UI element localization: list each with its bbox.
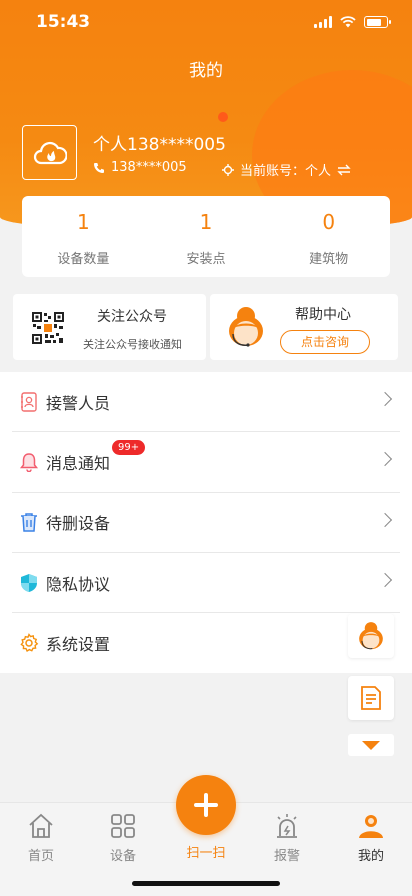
menu-item-pending-delete[interactable]: 待删设备	[12, 493, 400, 553]
signal-icon	[314, 16, 332, 28]
collapse-arrow-button[interactable]	[348, 734, 394, 756]
document-icon	[361, 686, 381, 710]
tab-mine[interactable]: 我的	[336, 811, 406, 864]
grid-icon	[111, 814, 135, 838]
contact-card-icon	[18, 391, 40, 413]
stat-value: 1	[199, 210, 213, 234]
customer-service-icon	[229, 307, 263, 347]
menu-item-label: 消息通知	[46, 453, 111, 473]
wechat-card-subtitle: 关注公众号接收通知	[83, 338, 182, 351]
avatar[interactable]	[22, 125, 77, 180]
tab-label: 设备	[109, 849, 136, 864]
battery-icon	[364, 16, 391, 28]
stats-card: 1 设备数量 1 安装点 0 建筑物	[22, 196, 390, 277]
menu-item-label: 系统设置	[46, 635, 111, 655]
qr-code-icon	[31, 311, 65, 345]
float-customer-service-button[interactable]	[348, 614, 394, 658]
phone-icon	[94, 162, 104, 173]
tab-label: 报警	[273, 849, 300, 864]
status-time: 15:43	[36, 12, 91, 32]
scan-label: 扫一扫	[186, 846, 226, 861]
menu-item-settings[interactable]: 系统设置	[12, 613, 400, 673]
menu-item-label: 隐私协议	[46, 574, 111, 594]
wifi-icon	[340, 16, 356, 28]
stat-install-points[interactable]: 1 安装点	[145, 196, 268, 277]
wechat-card-title: 关注公众号	[97, 309, 167, 325]
menu-item-label: 待删设备	[46, 514, 111, 534]
stat-buildings[interactable]: 0 建筑物	[267, 196, 390, 277]
target-icon	[222, 163, 234, 176]
page-title: 我的	[189, 61, 223, 81]
scan-button[interactable]	[176, 775, 236, 835]
account-label: 当前账号：个人	[240, 164, 332, 179]
user-phone: 138****005	[111, 160, 187, 175]
home-icon	[29, 813, 53, 838]
alarm-siren-icon	[277, 814, 297, 838]
gear-icon	[18, 632, 40, 654]
shield-icon	[18, 572, 40, 594]
help-card-title: 帮助中心	[295, 307, 351, 323]
chevron-right-icon	[377, 512, 393, 527]
stat-value: 1	[76, 210, 90, 234]
triangle-down-icon	[362, 740, 380, 750]
plus-icon	[194, 793, 218, 817]
tab-label: 我的	[357, 849, 384, 864]
menu-item-label: 接警人员	[46, 393, 111, 413]
status-bar: 15:43	[0, 10, 412, 36]
float-document-button[interactable]	[348, 676, 394, 720]
switch-icon	[337, 164, 351, 175]
account-switch[interactable]: 当前账号：个人	[222, 160, 351, 179]
stat-label: 安装点	[186, 252, 226, 267]
trash-icon	[18, 511, 40, 533]
chevron-right-icon	[377, 572, 393, 587]
unread-badge: 99+	[112, 440, 146, 456]
chevron-right-icon	[377, 391, 393, 407]
tab-devices[interactable]: 设备	[88, 811, 158, 864]
menu-item-notifications[interactable]: 消息通知 99+	[12, 432, 400, 493]
menu-item-privacy[interactable]: 隐私协议	[12, 553, 400, 614]
chevron-right-icon	[377, 452, 393, 467]
help-center-card[interactable]: 帮助中心 点击咨询	[210, 294, 398, 360]
wechat-follow-card[interactable]: 关注公众号 关注公众号接收通知	[13, 294, 206, 360]
tab-home[interactable]: 首页	[6, 811, 76, 864]
home-indicator	[132, 881, 280, 886]
user-name: 个人138****005	[93, 135, 226, 155]
tab-alarm[interactable]: 报警	[252, 811, 322, 864]
user-phone-row: 138****005	[93, 160, 187, 175]
cloud-fire-icon	[33, 141, 67, 164]
person-icon	[359, 815, 383, 838]
tab-label: 首页	[27, 849, 54, 864]
stat-value: 0	[322, 210, 336, 234]
stat-label: 建筑物	[309, 252, 349, 267]
consult-button[interactable]: 点击咨询	[280, 330, 370, 354]
stat-device-count[interactable]: 1 设备数量	[22, 196, 145, 277]
bell-icon	[18, 451, 40, 473]
customer-service-icon	[359, 622, 383, 650]
stat-label: 设备数量	[57, 252, 110, 267]
menu-item-alarm-contacts[interactable]: 接警人员	[12, 372, 400, 433]
